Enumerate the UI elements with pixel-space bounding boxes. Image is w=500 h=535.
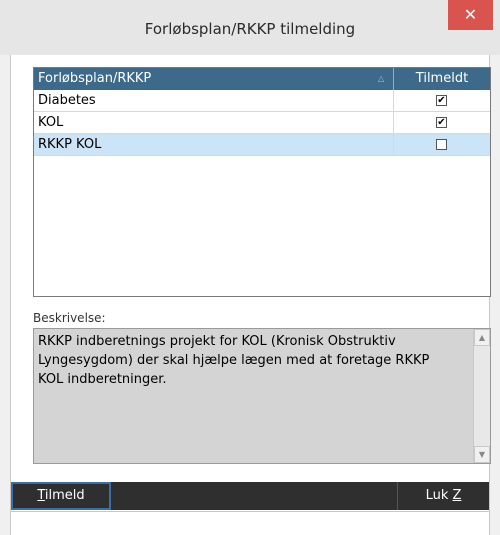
row-name: KOL (34, 112, 394, 134)
column-header-registered[interactable]: Tilmeldt (394, 68, 490, 90)
row-registered-cell (394, 134, 490, 156)
table-row[interactable]: Diabetes ✔ (34, 90, 490, 112)
status-field (11, 511, 489, 535)
grid-header: Forløbsplan/RKKP △ Tilmeldt (34, 68, 490, 90)
description-box: RKKP indberetnings projekt for KOL (Kron… (33, 328, 491, 464)
close-button[interactable]: Luk Z (397, 482, 489, 510)
description-scrollbar[interactable]: ▲ ▼ (473, 329, 490, 463)
registered-checkbox[interactable]: ✔ (436, 117, 447, 128)
button-bar: Tilmeld Luk Z (11, 482, 489, 510)
row-registered-cell: ✔ (394, 90, 490, 112)
row-name: Diabetes (34, 90, 394, 112)
close-label: Luk (425, 488, 453, 503)
registered-checkbox[interactable]: ✔ (436, 95, 447, 106)
description-label: Beskrivelse: (33, 311, 106, 325)
title-bar: Forløbsplan/RKKP tilmelding ✕ (0, 0, 500, 55)
register-label: ilmeld (44, 488, 85, 503)
window-title: Forløbsplan/RKKP tilmelding (144, 20, 356, 38)
row-name: RKKP KOL (34, 134, 394, 156)
row-registered-cell: ✔ (394, 112, 490, 134)
program-grid: Forløbsplan/RKKP △ Tilmeldt Diabetes ✔ K… (33, 67, 491, 297)
table-row-selected[interactable]: RKKP KOL (34, 134, 490, 156)
close-hotkey: Z (452, 488, 462, 503)
scroll-up-icon[interactable]: ▲ (474, 329, 490, 346)
register-button[interactable]: Tilmeld (11, 482, 111, 510)
description-text: RKKP indberetnings projekt for KOL (Kron… (38, 334, 430, 387)
column-header-name[interactable]: Forløbsplan/RKKP (34, 68, 394, 90)
register-hotkey: T (37, 488, 45, 503)
sort-triangle-icon: △ (378, 74, 385, 83)
dialog-window: Forløbsplan/RKKP tilmelding ✕ Forløbspla… (0, 0, 500, 535)
close-icon[interactable]: ✕ (448, 0, 493, 30)
registered-checkbox[interactable] (436, 139, 447, 150)
dialog-content: Forløbsplan/RKKP △ Tilmeldt Diabetes ✔ K… (10, 55, 491, 535)
table-row[interactable]: KOL ✔ (34, 112, 490, 134)
scroll-down-icon[interactable]: ▼ (474, 446, 490, 463)
